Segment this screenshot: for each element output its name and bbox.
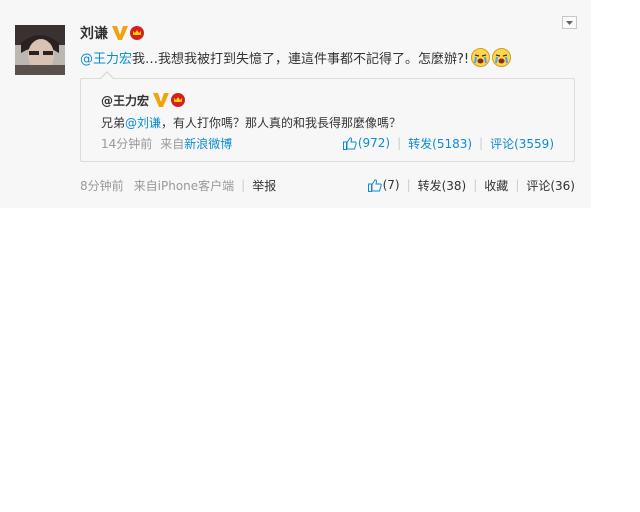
quoted-like-count[interactable]: (972) xyxy=(358,136,390,150)
post-meta: 8分钟前 来自 iPhone客户端 | 举报 xyxy=(80,176,276,194)
separator: | xyxy=(515,178,520,192)
post-text: @王力宏 我…我想我被打到失憶了，連這件事都不記得了。怎麼辦?! xyxy=(80,45,512,69)
quoted-text-prefix: 兄弟 xyxy=(101,115,126,130)
post-actions: (7) | 转发(38) | 收藏 | 评论(36) xyxy=(367,176,575,194)
like-count[interactable]: (7) xyxy=(383,178,400,192)
post-timestamp[interactable]: 8分钟前 xyxy=(80,177,124,194)
avatar[interactable] xyxy=(15,25,65,75)
crown-icon[interactable] xyxy=(130,26,144,40)
quoted-meta: 14分钟前 来自 新浪微博 xyxy=(101,135,232,151)
like-thumb-icon[interactable] xyxy=(342,136,357,150)
quoted-comment-link[interactable]: 评论(3559) xyxy=(490,135,554,152)
repost-link[interactable]: 转发(38) xyxy=(418,177,467,194)
quoted-header: @王力宏 xyxy=(101,91,186,109)
weibo-feed-item: 刘谦 @王力宏 我…我想我被打到失憶了，連這件事都不記得了。怎麼辦?! @王力宏… xyxy=(0,0,591,208)
separator: | xyxy=(406,178,411,192)
quote-arrow-inner xyxy=(101,73,113,79)
crown-icon[interactable] xyxy=(171,93,186,107)
quoted-actions: (972) | 转发(5183) | 评论(3559) xyxy=(342,135,554,152)
quoted-text: 兄弟 @刘谦 ，有人打你嗎？那人真的和我長得那麼像嗎？ xyxy=(101,114,401,130)
verified-v-icon[interactable] xyxy=(112,26,128,40)
comment-link[interactable]: 评论(36) xyxy=(526,177,575,194)
post-header: 刘谦 xyxy=(80,23,144,43)
post-source-link[interactable]: iPhone客户端 xyxy=(158,177,235,194)
quoted-mention-link[interactable]: @刘谦 xyxy=(125,114,161,131)
separator: | xyxy=(473,178,478,192)
report-link[interactable]: 举报 xyxy=(252,177,276,194)
verified-v-icon[interactable] xyxy=(153,93,170,107)
favorite-link[interactable]: 收藏 xyxy=(484,177,508,194)
separator: | xyxy=(397,136,402,150)
chevron-down-icon xyxy=(566,20,573,25)
more-options-button[interactable] xyxy=(562,16,577,29)
separator: | xyxy=(479,136,484,150)
crying-face-icon xyxy=(471,47,491,67)
quoted-text-suffix: ，有人打你嗎？那人真的和我長得那麼像嗎？ xyxy=(161,115,402,130)
quoted-timestamp[interactable]: 14分钟前 xyxy=(101,135,152,152)
separator: | xyxy=(241,178,246,192)
post-body: 我…我想我被打到失憶了，連這件事都不記得了。怎麼辦?! xyxy=(132,51,470,67)
quoted-source-prefix: 来自 xyxy=(160,136,185,151)
quoted-author-name[interactable]: @王力宏 xyxy=(101,92,149,109)
quoted-repost-link[interactable]: 转发(5183) xyxy=(408,135,472,152)
quoted-post: @王力宏 兄弟 @刘谦 ，有人打你嗎？那人真的和我長得那麼像嗎？ 14分钟前 来… xyxy=(80,71,575,162)
author-name[interactable]: 刘谦 xyxy=(80,23,108,43)
quoted-source-link[interactable]: 新浪微博 xyxy=(184,135,232,152)
post-source-prefix: 来自 xyxy=(133,178,158,193)
mention-link[interactable]: @王力宏 xyxy=(80,48,132,67)
like-thumb-icon[interactable] xyxy=(367,178,382,192)
crying-face-icon xyxy=(492,47,512,67)
